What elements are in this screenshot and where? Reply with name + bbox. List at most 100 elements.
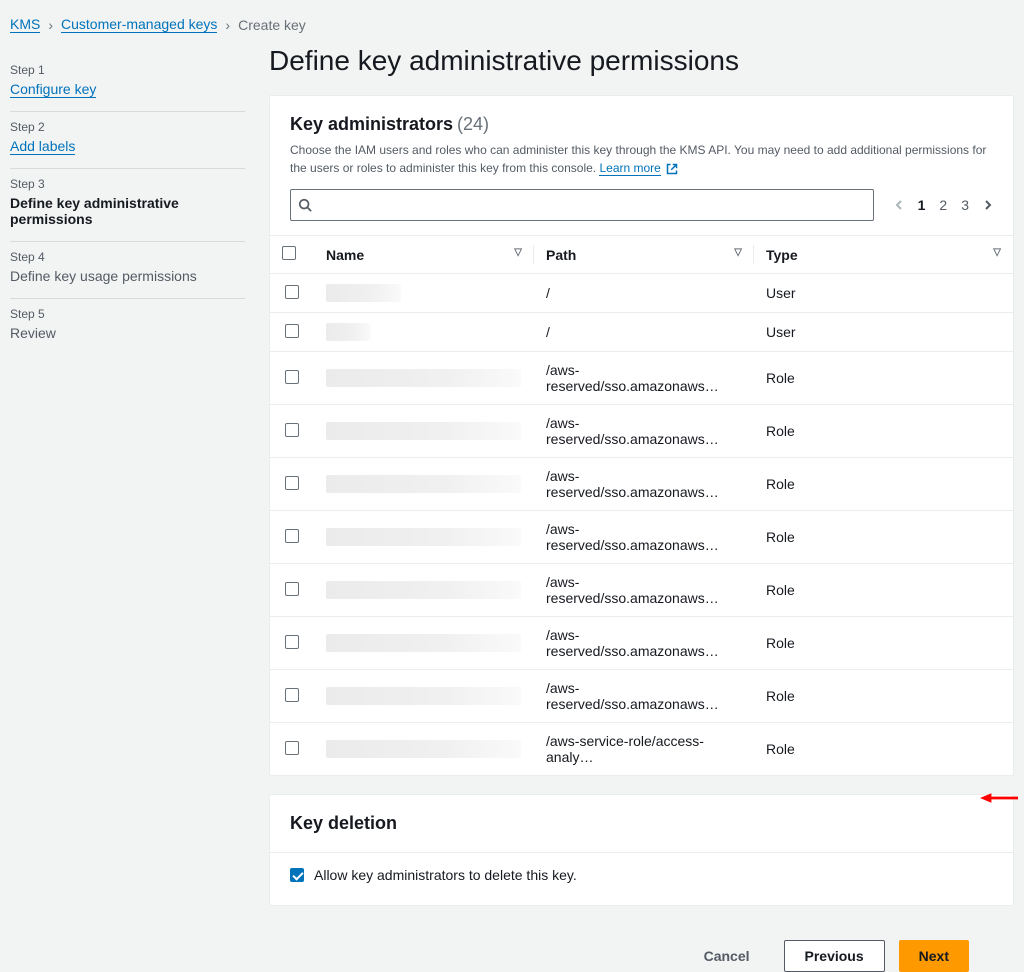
row-checkbox[interactable]	[285, 688, 299, 702]
step-number: Step 3	[10, 177, 245, 191]
row-type: Role	[754, 723, 1013, 776]
breadcrumb-current: Create key	[238, 17, 306, 33]
wizard-footer: Cancel Previous Next	[269, 924, 1014, 972]
redacted-name	[326, 581, 521, 599]
row-checkbox[interactable]	[285, 423, 299, 437]
step-number: Step 4	[10, 250, 245, 264]
admins-table: Name▽ Path▽ Type▽ /User/User/aws-reserve…	[270, 235, 1013, 775]
table-row: /aws-reserved/sso.amazonaws…Role	[270, 511, 1013, 564]
row-path: /aws-service-role/access-analy…	[534, 723, 754, 776]
row-checkbox[interactable]	[285, 476, 299, 490]
chevron-right-icon: ›	[48, 17, 53, 33]
row-checkbox[interactable]	[285, 582, 299, 596]
row-type: Role	[754, 564, 1013, 617]
row-path: /	[534, 274, 754, 313]
breadcrumb-customer-keys[interactable]: Customer-managed keys	[61, 16, 217, 33]
pagination-prev-icon[interactable]	[894, 200, 904, 210]
redacted-name	[326, 369, 521, 387]
previous-button[interactable]: Previous	[784, 940, 885, 972]
step-title[interactable]: Configure key	[10, 81, 96, 98]
panel-title: Key administrators	[290, 114, 453, 134]
page-title: Define key administrative permissions	[269, 45, 1014, 77]
table-row: /aws-reserved/sso.amazonaws…Role	[270, 617, 1013, 670]
row-checkbox[interactable]	[285, 370, 299, 384]
row-checkbox[interactable]	[285, 324, 299, 338]
table-row: /aws-reserved/sso.amazonaws…Role	[270, 405, 1013, 458]
pagination-page-1[interactable]: 1	[918, 197, 926, 213]
table-row: /aws-reserved/sso.amazonaws…Role	[270, 458, 1013, 511]
select-all-checkbox[interactable]	[282, 246, 296, 260]
step-title[interactable]: Add labels	[10, 138, 75, 155]
table-row: /User	[270, 313, 1013, 352]
pagination: 1 2 3	[894, 197, 993, 213]
row-path: /aws-reserved/sso.amazonaws…	[534, 617, 754, 670]
row-path: /aws-reserved/sso.amazonaws…	[534, 564, 754, 617]
table-row: /aws-reserved/sso.amazonaws…Role	[270, 352, 1013, 405]
step-number: Step 5	[10, 307, 245, 321]
row-path: /aws-reserved/sso.amazonaws…	[534, 458, 754, 511]
search-input[interactable]	[290, 189, 874, 221]
pagination-next-icon[interactable]	[983, 200, 993, 210]
row-path: /	[534, 313, 754, 352]
row-checkbox[interactable]	[285, 285, 299, 299]
step-4: Step 4 Define key usage permissions	[10, 242, 245, 299]
row-checkbox[interactable]	[285, 635, 299, 649]
pagination-page-3[interactable]: 3	[961, 197, 969, 213]
allow-delete-label: Allow key administrators to delete this …	[314, 867, 577, 883]
step-title: Review	[10, 325, 245, 341]
panel-description: Choose the IAM users and roles who can a…	[290, 141, 993, 177]
pagination-page-2[interactable]: 2	[939, 197, 947, 213]
breadcrumb-kms[interactable]: KMS	[10, 16, 40, 33]
allow-delete-checkbox[interactable]	[290, 868, 304, 882]
select-all-header	[270, 236, 314, 274]
column-type[interactable]: Type▽	[754, 236, 1013, 274]
learn-more-link[interactable]: Learn more	[599, 161, 660, 176]
cancel-button[interactable]: Cancel	[684, 940, 770, 972]
chevron-right-icon: ›	[225, 17, 230, 33]
row-type: Role	[754, 405, 1013, 458]
row-path: /aws-reserved/sso.amazonaws…	[534, 352, 754, 405]
row-type: Role	[754, 458, 1013, 511]
table-row: /aws-reserved/sso.amazonaws…Role	[270, 670, 1013, 723]
table-row: /aws-service-role/access-analy…Role	[270, 723, 1013, 776]
row-checkbox[interactable]	[285, 529, 299, 543]
key-administrators-panel: Key administrators (24) Choose the IAM u…	[269, 95, 1014, 776]
next-button[interactable]: Next	[899, 940, 969, 972]
row-path: /aws-reserved/sso.amazonaws…	[534, 670, 754, 723]
column-path[interactable]: Path▽	[534, 236, 754, 274]
main-content: Define key administrative permissions Ke…	[245, 41, 1014, 972]
row-type: User	[754, 313, 1013, 352]
row-type: Role	[754, 511, 1013, 564]
arrow-annotation-icon	[980, 791, 1018, 805]
wizard-sidebar: Step 1 Configure key Step 2 Add labels S…	[10, 41, 245, 972]
search-icon	[298, 198, 312, 212]
row-type: User	[754, 274, 1013, 313]
sort-icon: ▽	[734, 247, 742, 258]
column-name[interactable]: Name▽	[314, 236, 534, 274]
redacted-name	[326, 475, 521, 493]
table-row: /aws-reserved/sso.amazonaws…Role	[270, 564, 1013, 617]
search-box	[290, 189, 874, 221]
sort-icon: ▽	[993, 247, 1001, 258]
breadcrumb: KMS › Customer-managed keys › Create key	[0, 0, 1024, 41]
row-type: Role	[754, 352, 1013, 405]
redacted-name	[326, 634, 521, 652]
redacted-name	[326, 284, 401, 302]
redacted-name	[326, 740, 521, 758]
step-1[interactable]: Step 1 Configure key	[10, 55, 245, 112]
step-number: Step 2	[10, 120, 245, 134]
step-number: Step 1	[10, 63, 245, 77]
deletion-title: Key deletion	[270, 795, 1013, 852]
step-title: Define key usage permissions	[10, 268, 245, 284]
step-2[interactable]: Step 2 Add labels	[10, 112, 245, 169]
sort-icon: ▽	[514, 247, 522, 258]
panel-count: (24)	[457, 114, 489, 134]
row-checkbox[interactable]	[285, 741, 299, 755]
step-title: Define key administrative permissions	[10, 195, 245, 227]
row-path: /aws-reserved/sso.amazonaws…	[534, 405, 754, 458]
redacted-name	[326, 323, 371, 341]
redacted-name	[326, 687, 521, 705]
row-path: /aws-reserved/sso.amazonaws…	[534, 511, 754, 564]
step-5: Step 5 Review	[10, 299, 245, 355]
step-3: Step 3 Define key administrative permiss…	[10, 169, 245, 242]
